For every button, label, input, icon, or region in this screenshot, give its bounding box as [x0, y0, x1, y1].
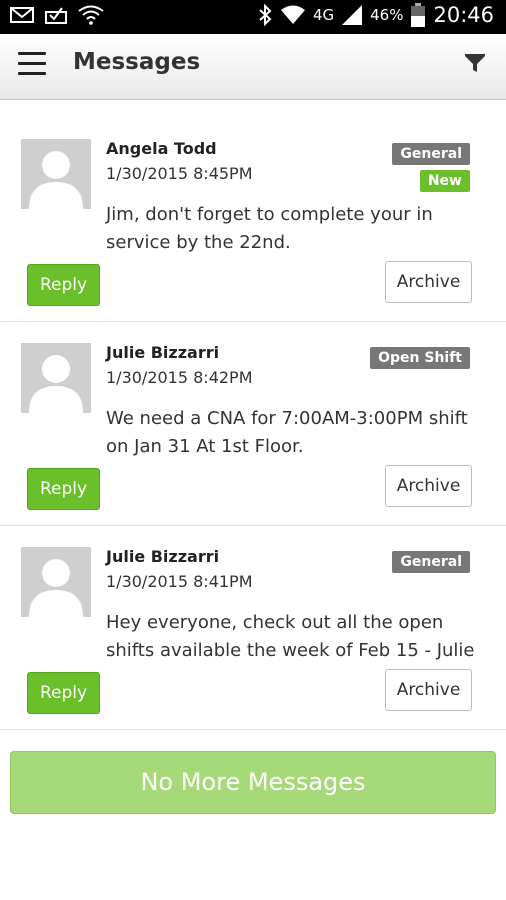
battery-icon — [411, 3, 426, 27]
message-body: We need a CNA for 7:00AM-3:00PM shift on… — [106, 408, 468, 457]
category-badge: General — [392, 143, 470, 165]
avatar — [21, 139, 91, 209]
network-type-label: 4G — [312, 6, 335, 24]
clock: 20:46 — [433, 3, 494, 27]
message-item: Julie Bizzarri 1/30/2015 8:42PM Open Shi… — [0, 322, 506, 526]
sender-name: Julie Bizzarri — [106, 343, 220, 362]
wifi-question-icon — [78, 5, 104, 25]
mail-icon — [10, 7, 34, 23]
message-body: Hey everyone, check out all the open shi… — [106, 612, 475, 661]
filter-icon[interactable] — [464, 52, 486, 74]
message-date: 1/30/2015 8:41PM — [106, 572, 253, 591]
wifi-icon — [280, 5, 305, 24]
category-badge: Open Shift — [370, 347, 470, 369]
person-placeholder-icon — [29, 559, 83, 617]
message-item: Julie Bizzarri 1/30/2015 8:41PM General … — [0, 526, 506, 730]
tag-group: General New — [392, 143, 470, 192]
category-badge: General — [392, 551, 470, 573]
message-list: Angela Todd 1/30/2015 8:45PM General New… — [0, 118, 506, 730]
tag-group: Open Shift — [370, 347, 470, 369]
mailbox-icon — [45, 7, 67, 24]
no-more-messages-button[interactable]: No More Messages — [10, 751, 496, 814]
archive-button[interactable]: Archive — [385, 465, 472, 507]
avatar — [21, 547, 91, 617]
new-badge: New — [419, 170, 470, 192]
sender-name: Angela Todd — [106, 139, 217, 158]
status-bar-right: 4G 46% 20:46 — [257, 3, 494, 27]
status-bar-left — [10, 5, 104, 25]
reply-button[interactable]: Reply — [27, 264, 100, 306]
signal-icon — [342, 5, 363, 25]
message-date: 1/30/2015 8:45PM — [106, 164, 253, 183]
message-body: Jim, don't forget to complete your in se… — [106, 204, 433, 253]
person-placeholder-icon — [29, 151, 83, 209]
tag-group: General — [392, 551, 470, 573]
page-title: Messages — [73, 49, 201, 75]
hamburger-menu-icon[interactable] — [18, 52, 46, 76]
archive-button[interactable]: Archive — [385, 261, 472, 303]
status-bar: 4G 46% 20:46 — [0, 0, 506, 34]
message-date: 1/30/2015 8:42PM — [106, 368, 253, 387]
bluetooth-icon — [259, 4, 272, 26]
avatar — [21, 343, 91, 413]
reply-button[interactable]: Reply — [27, 468, 100, 510]
app-bar: Messages — [0, 34, 506, 100]
person-placeholder-icon — [29, 355, 83, 413]
message-item: Angela Todd 1/30/2015 8:45PM General New… — [0, 118, 506, 322]
sender-name: Julie Bizzarri — [106, 547, 220, 566]
battery-percent: 46% — [370, 6, 404, 24]
archive-button[interactable]: Archive — [385, 669, 472, 711]
reply-button[interactable]: Reply — [27, 672, 100, 714]
